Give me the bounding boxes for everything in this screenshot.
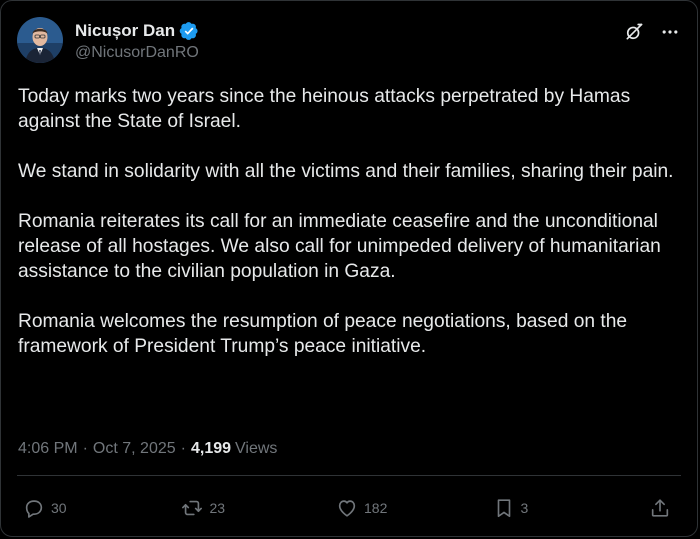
repost-button[interactable]: 23 (180, 497, 240, 519)
reply-count: 30 (51, 500, 67, 516)
like-icon (338, 500, 356, 517)
bookmark-icon (497, 499, 510, 518)
tweet-paragraph: Today marks two years since the heinous … (18, 86, 631, 132)
share-icon (651, 499, 669, 517)
tweet-paragraph: We stand in solidarity with all the vict… (18, 161, 674, 182)
divider (17, 475, 681, 476)
author-names: Nicușor Dan @NicusorDanRO (75, 17, 199, 63)
action-bar: 30 23 182 3 (23, 495, 671, 521)
views-count: 4,199 (190, 440, 232, 457)
share-button[interactable] (649, 497, 671, 519)
more-icon[interactable] (659, 21, 681, 43)
tweet-text: Today marks two years since the heinous … (18, 84, 684, 359)
repost-count: 23 (209, 500, 226, 516)
meta-separator: · (180, 440, 186, 457)
tweet-card: Nicușor Dan @NicusorDanRO Today marks tw… (0, 0, 698, 537)
avatar[interactable] (17, 17, 63, 63)
avatar-image (17, 17, 63, 63)
like-count: 182 (364, 500, 388, 516)
bookmark-count: 3 (520, 500, 529, 516)
views-label: Views (235, 440, 278, 457)
header-actions (623, 17, 681, 43)
tweet-paragraph: Romania welcomes the resumption of peace… (18, 311, 628, 357)
reply-button[interactable]: 30 (23, 497, 83, 519)
tweet-paragraph: Romania reiterates its call for an immed… (18, 211, 661, 282)
author-handle[interactable]: @NicusorDanRO (75, 43, 199, 63)
bookmark-button[interactable]: 3 (493, 497, 553, 519)
tweet-time[interactable]: 4:06 PM (18, 439, 78, 459)
meta-separator: · (82, 440, 88, 457)
repost-icon (181, 500, 202, 516)
tweet-meta: 4:06 PM · Oct 7, 2025 · 4,199 Views (18, 439, 277, 459)
grok-icon[interactable] (623, 21, 645, 43)
verified-badge-icon[interactable] (179, 21, 199, 41)
tweet-header: Nicușor Dan @NicusorDanRO (17, 17, 681, 69)
author-display-name[interactable]: Nicușor Dan (75, 21, 175, 41)
like-button[interactable]: 182 (336, 497, 396, 519)
reply-icon (25, 500, 43, 518)
name-row: Nicușor Dan (75, 21, 199, 41)
tweet-date[interactable]: Oct 7, 2025 (93, 439, 176, 459)
